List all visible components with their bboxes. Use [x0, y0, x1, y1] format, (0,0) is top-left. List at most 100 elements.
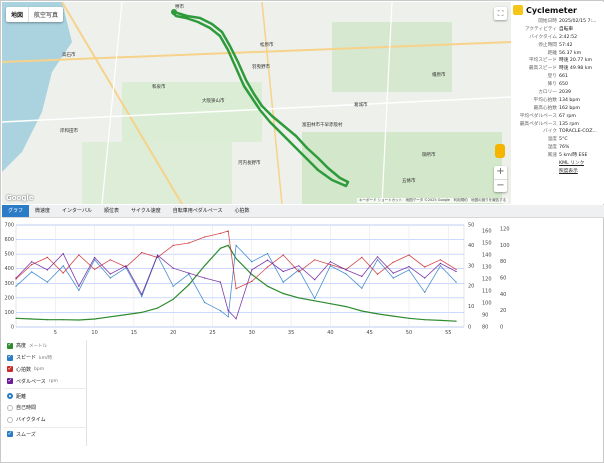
- series-unit: メートル: [29, 343, 48, 349]
- y-tick-label: 60: [500, 276, 506, 282]
- data-point: [15, 277, 17, 279]
- summary-value: 135 rpm: [559, 121, 579, 127]
- data-point: [204, 236, 206, 238]
- chart-tabs: グラフ 微速度 インターバル 順位表 サイクル速度 自転車用ペダルペース 心拍数: [2, 205, 604, 218]
- data-point: [172, 285, 174, 287]
- summary-row: 最高ペダルペース 135 rpm: [511, 121, 604, 129]
- data-point: [172, 244, 174, 246]
- checkbox-smooth[interactable]: [7, 430, 13, 438]
- data-point: [46, 319, 49, 321]
- data-point: [235, 257, 237, 260]
- series-label: ペダルペース: [16, 378, 46, 385]
- summary-row: 開始日時 2025/02/15 7:...: [511, 18, 604, 26]
- y-tick-label: 600: [4, 237, 14, 243]
- data-point: [251, 280, 253, 282]
- summary-key: 最高スピード: [528, 66, 557, 72]
- data-point: [266, 266, 269, 268]
- data-point: [392, 315, 394, 317]
- y-tick-label: 140: [482, 253, 492, 259]
- data-point: [251, 261, 253, 263]
- y-tick-label: 130: [482, 265, 492, 271]
- data-point: [46, 269, 49, 271]
- summary-value: 5°C: [559, 137, 568, 143]
- data-point: [31, 261, 33, 263]
- summary-row: 湿度 76%: [511, 144, 604, 152]
- radio-distance[interactable]: [7, 393, 13, 400]
- series-toggle-heart-rate[interactable]: 心拍数 bpm: [4, 364, 86, 376]
- zoom-in-button[interactable]: +: [494, 166, 507, 179]
- illuminance-link[interactable]: 照度表示: [559, 168, 578, 176]
- data-point: [141, 252, 143, 254]
- tab-heart-rate[interactable]: 心拍数: [229, 205, 256, 217]
- chart-controls: 高度 メートル スピード km/時 心拍数 bpm ペダルペース rpm 距離 …: [4, 340, 87, 446]
- summary-value: 134 bpm: [559, 97, 580, 103]
- smooth-toggle[interactable]: スムーズ: [4, 429, 86, 441]
- data-point: [204, 265, 206, 267]
- map-tab-satellite[interactable]: 航空写真: [28, 7, 63, 22]
- place-sakai: 堺市: [175, 5, 184, 10]
- summary-key: カロリー: [538, 90, 557, 96]
- summary-row: 停止時間 57:42: [511, 42, 604, 50]
- y-tick-label: 200: [4, 295, 14, 301]
- data-point: [408, 254, 410, 256]
- summary-value: 2:42:52: [559, 34, 578, 40]
- checkbox-cadence[interactable]: [7, 377, 13, 385]
- zoom-control: + −: [494, 166, 507, 192]
- tab-slow-speed[interactable]: 微速度: [29, 205, 56, 217]
- tab-pedal-pace[interactable]: 自転車用ペダルペース: [167, 205, 229, 217]
- series-label: 高度: [16, 343, 27, 350]
- axis-option-elapsed[interactable]: 自己時間: [4, 402, 86, 414]
- series-toggle-cadence[interactable]: ペダルペース rpm: [4, 375, 86, 387]
- summary-key: バイク: [543, 129, 557, 135]
- data-point: [31, 271, 33, 273]
- data-point: [345, 306, 347, 308]
- checkbox-heart-rate[interactable]: [7, 365, 13, 373]
- axis-option-bike-time[interactable]: バイクタイム: [4, 414, 86, 426]
- axis-option-distance[interactable]: 距離: [4, 390, 86, 402]
- summary-row: アクティビティ 自転車: [511, 26, 604, 34]
- series-toggle-elevation[interactable]: 高度 メートル: [4, 340, 86, 352]
- radio-bike-time[interactable]: [7, 416, 13, 423]
- divider: [4, 426, 86, 428]
- data-point: [141, 311, 143, 313]
- map-tab-map[interactable]: 地図: [6, 7, 28, 22]
- checkbox-speed[interactable]: [7, 353, 13, 361]
- tab-graph[interactable]: グラフ: [2, 205, 30, 217]
- summary-key: 最高心拍数: [533, 105, 557, 111]
- data-point: [204, 277, 206, 279]
- summary-key: 平均心拍数: [533, 97, 557, 103]
- data-point: [188, 272, 190, 274]
- y-tick-label: 10: [468, 304, 474, 310]
- fullscreen-icon[interactable]: ⛶: [494, 7, 507, 20]
- data-point: [329, 261, 331, 263]
- data-point: [62, 265, 64, 267]
- route-map[interactable]: 堺市 松原市 羽曳野市 富田林市 和泉市 河内長野市 五條市 高石市 大阪狭山市…: [2, 2, 511, 204]
- street-view-pegman-icon[interactable]: [495, 144, 505, 158]
- y-tick-label: 700: [4, 223, 14, 229]
- data-point: [188, 242, 190, 244]
- summary-row: 平均心拍数 134 bpm: [511, 97, 604, 105]
- y-tick-label: 100: [500, 243, 510, 249]
- summary-value: 56.37 km: [559, 50, 582, 56]
- place-matsubara: 松原市: [260, 43, 274, 48]
- tab-ranking[interactable]: 順位表: [98, 205, 125, 217]
- tab-cycle-speed[interactable]: サイクル速度: [125, 205, 167, 217]
- checkbox-elevation[interactable]: [7, 341, 13, 349]
- zoom-out-button[interactable]: −: [494, 179, 507, 192]
- y-tick-label: 20: [500, 308, 506, 314]
- data-point: [329, 265, 331, 267]
- series-toggle-speed[interactable]: スピード km/時: [4, 352, 86, 364]
- summary-value: 67 rpm: [559, 113, 576, 119]
- x-tick-label: 55: [445, 330, 451, 336]
- data-point: [439, 259, 441, 261]
- map-footer[interactable]: キーボード ショートカット 地図データ ©2025 Google 利用規約 地図…: [357, 198, 509, 203]
- place-tondabayashi: 富田林市: [302, 123, 320, 128]
- data-point: [329, 264, 331, 266]
- data-point: [392, 261, 394, 263]
- series-unit: bpm: [34, 366, 45, 372]
- radio-elapsed[interactable]: [7, 404, 13, 411]
- kml-link[interactable]: KML リンク: [559, 160, 584, 168]
- tab-interval[interactable]: インターバル: [56, 205, 98, 217]
- ride-chart[interactable]: 01002003004005006007005 10 15 20 25 30 35 40 45 5…: [2, 219, 604, 337]
- series-label: 心拍数: [16, 366, 32, 373]
